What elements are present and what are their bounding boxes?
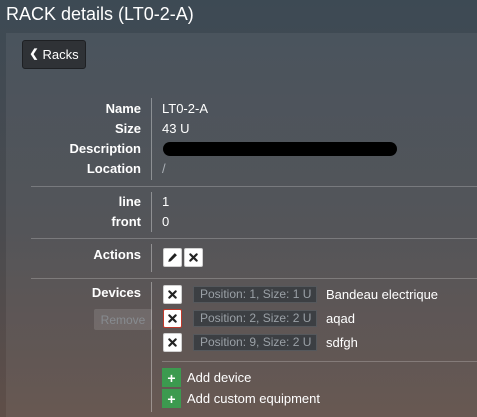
description-label: Description (69, 141, 141, 156)
device-name: aqad (326, 311, 355, 326)
delete-device-button[interactable] (163, 309, 182, 328)
rack-details-panel (6, 33, 477, 417)
front-value: 0 (162, 214, 170, 229)
size-label: Size (114, 121, 141, 136)
pencil-icon (168, 253, 177, 262)
name-value: LT0-2-A (162, 101, 208, 116)
section-divider (31, 238, 477, 239)
location-value: / (162, 161, 166, 176)
line-label: line (118, 194, 141, 209)
location-label: Location (86, 161, 141, 176)
edit-rack-button[interactable] (163, 248, 182, 267)
add-custom-equipment-label: Add custom equipment (187, 391, 320, 406)
actions-label: Actions (93, 247, 141, 262)
details-divider (151, 98, 152, 180)
add-device-button[interactable]: + Add device (162, 368, 251, 387)
size-value: 43 U (162, 121, 190, 136)
delete-device-button[interactable] (163, 333, 182, 352)
back-to-racks-button[interactable]: ❮ Racks (22, 40, 86, 69)
device-position: Position: 1, Size: 1 U (193, 286, 317, 303)
name-label: Name (105, 101, 141, 116)
device-name: Bandeau electrique (326, 287, 439, 302)
devices-divider (151, 282, 152, 412)
position-divider (151, 192, 152, 232)
actions-divider (151, 244, 152, 272)
line-value: 1 (162, 194, 170, 209)
close-icon (168, 290, 177, 299)
delete-rack-button[interactable] (184, 248, 203, 267)
close-icon (189, 253, 198, 262)
section-divider (31, 278, 477, 279)
plus-icon: + (162, 389, 181, 408)
delete-device-button[interactable] (163, 285, 182, 304)
chevron-left-icon: ❮ (29, 48, 39, 60)
devices-label: Devices (91, 285, 141, 300)
close-icon (168, 314, 177, 323)
add-custom-equipment-button[interactable]: + Add custom equipment (162, 389, 320, 408)
device-position: Position: 9, Size: 2 U (193, 334, 317, 351)
section-divider (31, 186, 477, 187)
back-button-label: Racks (42, 47, 79, 62)
devices-divider-line (162, 361, 477, 362)
description-redaction (163, 142, 397, 156)
front-label: front (111, 214, 141, 229)
device-name: sdfgh (326, 335, 358, 350)
remove-device-button[interactable]: Remove (94, 309, 152, 330)
plus-icon: + (162, 368, 181, 387)
add-device-label: Add device (187, 370, 252, 385)
device-position: Position: 2, Size: 2 U (193, 310, 317, 327)
page-title: RACK details (LT0-2-A) (6, 4, 194, 24)
close-icon (168, 338, 177, 347)
